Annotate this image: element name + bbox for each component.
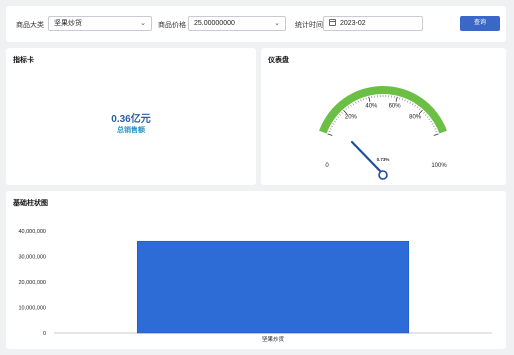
gauge-minor-tick <box>414 104 416 107</box>
gauge-minor-tick <box>433 125 435 128</box>
category-label: 商品大类 <box>16 22 44 29</box>
gauge-tick-label: 100% <box>431 163 447 169</box>
kpi-title: 指标卡 <box>13 57 34 64</box>
gauge-minor-tick <box>332 123 335 125</box>
gauge-minor-tick <box>407 100 409 103</box>
gauge-needle-hub <box>378 170 388 180</box>
gauge-minor-tick <box>401 98 403 101</box>
gauge-minor-tick <box>399 97 401 100</box>
gauge-major-tick <box>395 96 398 102</box>
gauge-minor-tick <box>345 108 348 110</box>
y-tick-label: 0 <box>43 331 46 337</box>
y-tick-label: 40,000,000 <box>18 229 46 235</box>
chevron-down-icon: ⌄ <box>140 20 146 27</box>
date-value: 2023-02 <box>340 20 366 27</box>
query-button[interactable]: 查询 <box>460 16 500 31</box>
gauge-major-tick <box>368 96 371 102</box>
gauge-arc <box>319 86 447 134</box>
filter-bar: 商品大类 坚果炒货 ⌄ 商品价格 25.00000000 ⌄ 统计时间 2023… <box>6 6 506 42</box>
x-tick-label: 坚果炒货 <box>262 335 285 343</box>
chevron-down-icon: ⌄ <box>274 20 280 27</box>
gauge-minor-tick <box>352 103 354 106</box>
price-select[interactable]: 25.00000000 ⌄ <box>188 16 286 31</box>
kpi-panel: 指标卡 0.36亿元 总销售额 <box>6 48 256 185</box>
gauge-minor-tick <box>329 128 332 130</box>
gauge-minor-tick <box>423 111 425 114</box>
calendar-icon <box>329 19 336 26</box>
gauge-minor-tick <box>431 123 434 125</box>
bar-chart: 0 10,000,000 20,000,000 30,000,000 40,000,00… <box>18 229 492 343</box>
gauge-minor-tick <box>430 120 433 123</box>
gauge-minor-tick <box>428 118 431 121</box>
gauge-minor-tick <box>363 98 365 101</box>
gauge-minor-tick <box>426 116 429 118</box>
gauge-minor-tick <box>412 103 414 106</box>
gauge-tick-label: 60% <box>389 103 402 109</box>
gauge-tick-label: 40% <box>365 103 378 109</box>
gauge-tick-label: 20% <box>345 114 358 120</box>
gauge-minor-tick <box>424 114 427 116</box>
category-value: 坚果炒货 <box>54 20 82 27</box>
gauge-minor-tick <box>357 100 359 103</box>
gauge-minor-tick <box>337 116 340 118</box>
bar-panel: 基础柱状图 0 10,000,000 20,000,000 30,000,000 40,… <box>6 191 506 349</box>
gauge-tick-label: 80% <box>409 114 422 120</box>
gauge-minor-tick <box>350 104 352 107</box>
bar <box>136 240 410 334</box>
y-tick-label: 20,000,000 <box>18 280 46 286</box>
gauge-minor-tick <box>339 114 342 116</box>
gauge-minor-tick <box>341 111 343 114</box>
gauge-minor-tick <box>365 97 367 100</box>
gauge-minor-tick <box>404 99 406 102</box>
gauge-minor-tick <box>335 118 338 121</box>
gauge-minor-tick <box>409 101 411 104</box>
gauge-tick-label: 0 <box>325 163 329 169</box>
gauge-minor-tick <box>418 108 421 110</box>
gauge-panel: 仪表盘 0 20% 40% 60% 80% 100% 0.73% <box>261 48 506 185</box>
gauge-major-tick <box>327 133 333 136</box>
gauge-minor-tick <box>360 99 362 102</box>
gauge-minor-tick <box>355 101 357 104</box>
y-tick-label: 10,000,000 <box>18 306 46 312</box>
kpi-label: 总销售额 <box>117 127 145 134</box>
gauge-chart: 0 20% 40% 60% 80% 100% 0.73% <box>319 86 447 180</box>
gauge-minor-tick <box>434 128 437 130</box>
price-value: 25.00000000 <box>194 20 235 27</box>
gauge-major-tick <box>433 133 439 136</box>
y-tick-label: 30,000,000 <box>18 255 46 261</box>
gauge-minor-tick <box>435 130 438 133</box>
gauge-minor-tick <box>333 120 336 123</box>
gauge-minor-tick <box>331 125 333 128</box>
kpi-value: 0.36亿元 <box>111 114 151 125</box>
gauge-minor-tick <box>347 106 350 109</box>
gauge-major-tick <box>343 109 348 115</box>
category-select[interactable]: 坚果炒货 ⌄ <box>48 16 152 31</box>
price-label: 商品价格 <box>158 22 186 29</box>
time-label: 统计时间 <box>295 22 323 29</box>
gauge-minor-tick <box>416 106 419 109</box>
gauge-minor-tick <box>328 130 331 133</box>
gauge-center-label: 0.73% <box>377 157 390 162</box>
date-picker[interactable]: 2023-02 <box>323 16 423 31</box>
gauge-major-tick <box>418 109 423 115</box>
